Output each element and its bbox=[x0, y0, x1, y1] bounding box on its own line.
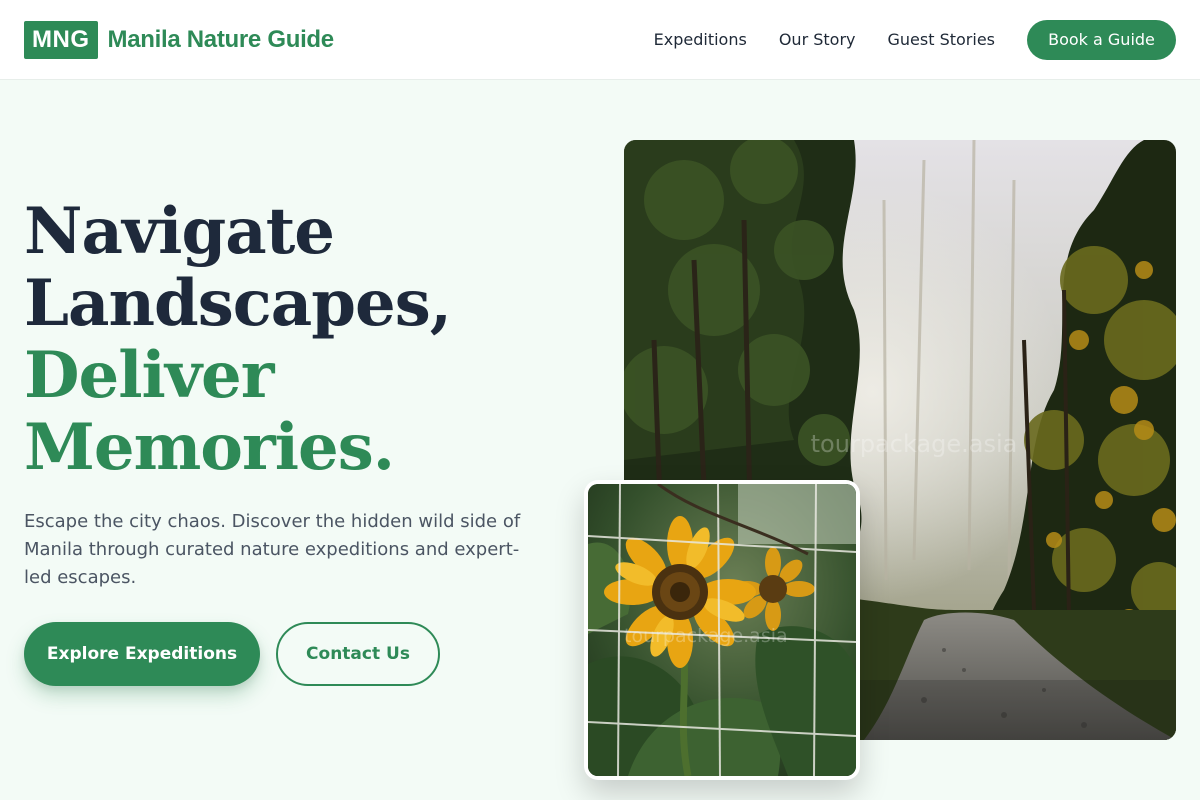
forest-watermark: tourpackage.asia bbox=[811, 430, 1018, 458]
contact-us-button[interactable]: Contact Us bbox=[276, 622, 440, 686]
explore-expeditions-button[interactable]: Explore Expeditions bbox=[24, 622, 260, 686]
hero-title-line-3: Deliver bbox=[24, 338, 274, 413]
nav-link-expeditions[interactable]: Expeditions bbox=[654, 30, 747, 49]
nav-link-our-story[interactable]: Our Story bbox=[779, 30, 856, 49]
hero-title-line-1: Navigate bbox=[24, 194, 335, 269]
brand-name[interactable]: Manila Nature Guide bbox=[108, 26, 335, 54]
hero-title-line-4: Memories. bbox=[24, 410, 395, 485]
nav-link-guest-stories[interactable]: Guest Stories bbox=[888, 30, 996, 49]
main-nav: Expeditions Our Story Guest Stories Book… bbox=[622, 19, 1176, 60]
book-guide-button[interactable]: Book a Guide bbox=[1027, 19, 1176, 60]
hero-title: Navigate Landscapes, Deliver Memories. bbox=[24, 196, 584, 484]
hero-description: Escape the city chaos. Discover the hidd… bbox=[24, 511, 521, 588]
sunflower-image: tourpackage.asia bbox=[588, 484, 856, 776]
hero-title-line-2: Landscapes, bbox=[24, 266, 452, 341]
logo-badge[interactable]: MNG bbox=[24, 20, 98, 59]
site-header: MNG Manila Nature Guide Expeditions Our … bbox=[0, 0, 1200, 80]
sunflower-watermark: tourpackage.asia bbox=[624, 625, 788, 647]
brand[interactable]: MNG Manila Nature Guide bbox=[24, 20, 335, 59]
sunflower-card: tourpackage.asia bbox=[584, 480, 860, 780]
